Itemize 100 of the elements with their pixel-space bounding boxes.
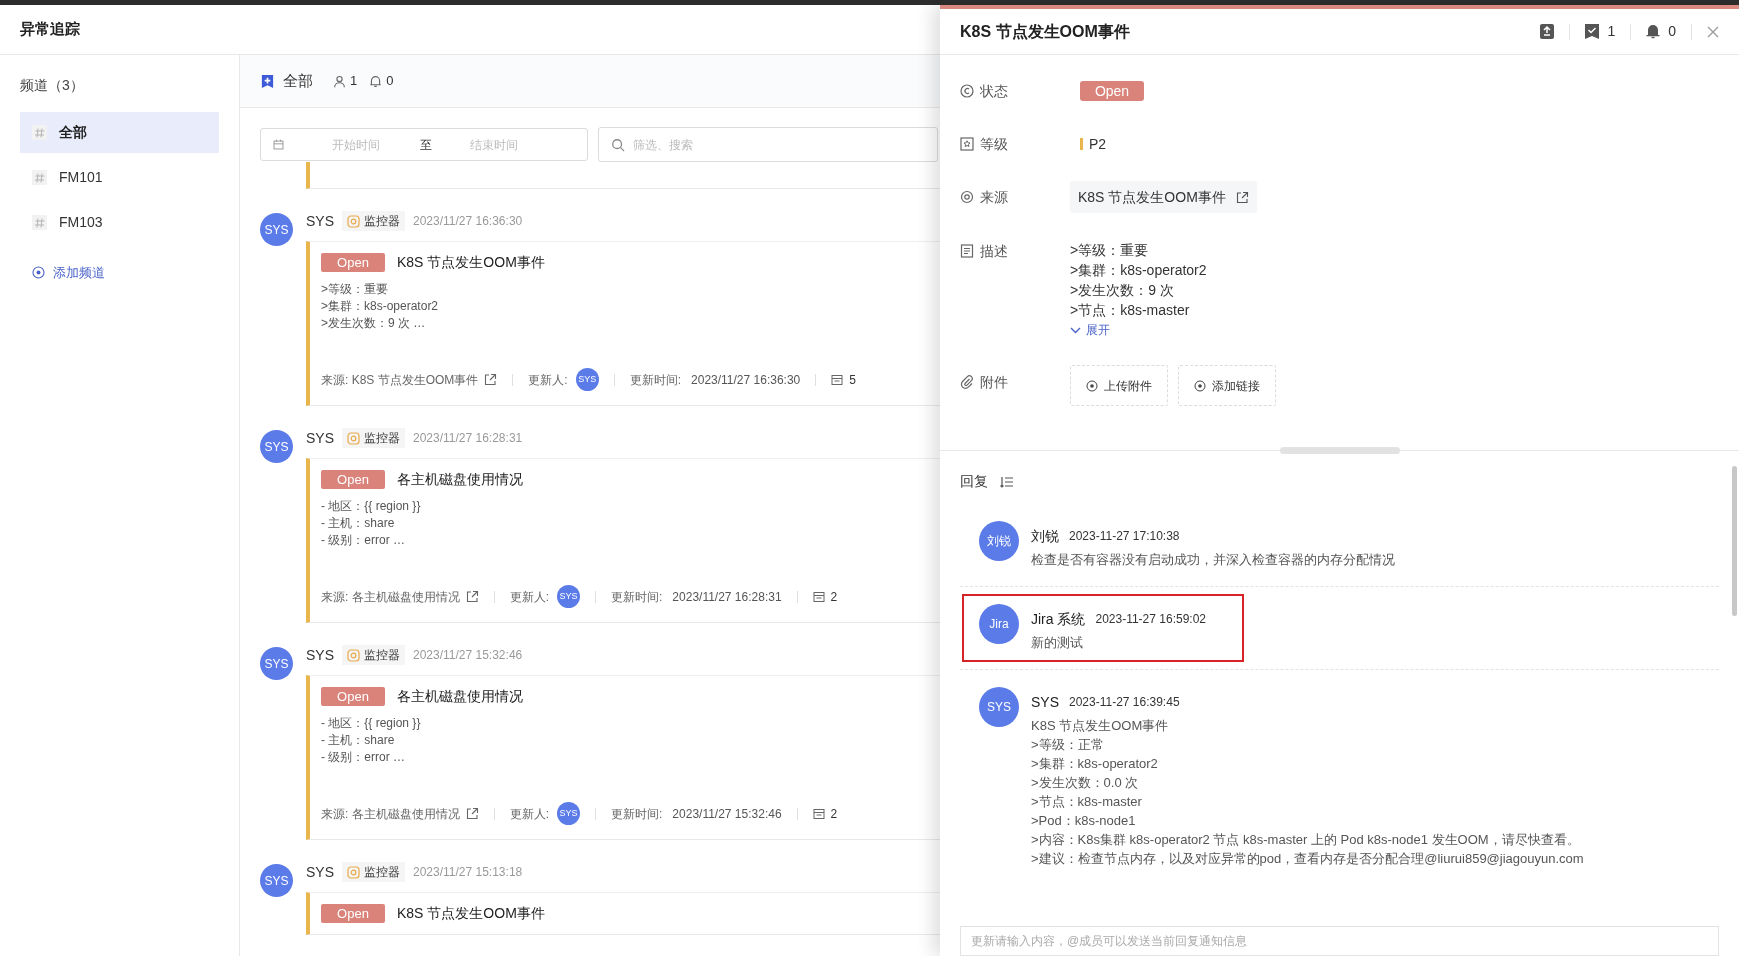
updater-label: 更新人:	[528, 371, 568, 389]
member-count: 1	[350, 72, 358, 91]
monitor-tag: 监控器	[342, 645, 405, 665]
reply-count: 2	[830, 805, 838, 823]
channel-title: 全部	[283, 70, 313, 91]
updated-label: 更新时间:	[611, 805, 663, 823]
external-link-icon	[484, 373, 498, 386]
hash-icon	[32, 215, 47, 230]
source-link[interactable]: K8S 节点发生OOM事件	[1070, 181, 1257, 213]
end-time-placeholder: 结束时间	[470, 136, 518, 154]
source-link[interactable]: 来源: 各主机磁盘使用情况	[321, 804, 479, 823]
source-link[interactable]: 来源: 各主机磁盘使用情况	[321, 587, 479, 606]
status-badge: Open	[321, 687, 385, 706]
channel-item[interactable]: FM103	[20, 202, 219, 243]
channel-item[interactable]: FM101	[20, 157, 219, 198]
priority-value: P2	[1089, 134, 1107, 154]
monitor-icon	[347, 865, 360, 879]
monitor-tag: 监控器	[342, 428, 405, 448]
reply-line: >节点：k8s-master	[1031, 793, 1142, 811]
attachment-button[interactable]: 添加链接	[1178, 365, 1276, 406]
monitor-icon	[347, 431, 360, 445]
target-icon	[960, 190, 974, 204]
author-name: SYS	[306, 211, 334, 231]
person-icon	[333, 74, 346, 88]
replies-heading: 回复	[960, 472, 988, 491]
done-count: 1	[1607, 22, 1616, 41]
avatar: SYS	[575, 368, 599, 391]
search-icon	[611, 137, 625, 152]
reply-time: 2023-11-27 16:59:02	[1095, 611, 1206, 628]
author-name: SYS	[306, 645, 334, 665]
reply-author: SYS	[1031, 692, 1059, 712]
add-circle-icon	[1194, 379, 1206, 392]
reply-line: >内容：K8s集群 k8s-operator2 节点 k8s-master 上的 Pod k8s-node1 发生OOM，请尽快查看。	[1031, 831, 1580, 849]
external-link-icon	[465, 590, 479, 603]
comment-icon	[812, 590, 825, 603]
sort-icon[interactable]	[1000, 475, 1013, 488]
updater-label: 更新人:	[509, 805, 549, 823]
reply-time: 2023-11-27 17:10:38	[1069, 528, 1180, 545]
expand-link[interactable]: 展开	[1070, 320, 1110, 340]
document-icon	[960, 244, 974, 258]
attachment-button[interactable]: 上传附件	[1070, 365, 1168, 406]
post-time: 2023/11/27 16:28:31	[413, 430, 523, 447]
reply-line: >等级：正常	[1031, 736, 1104, 754]
reply-time: 2023-11-27 16:39:45	[1069, 694, 1180, 711]
avatar: 刘锐	[979, 521, 1019, 561]
updated-time: 2023/11/27 16:28:31	[672, 588, 782, 606]
incident-title: 各主机磁盘使用情况	[397, 687, 523, 706]
avatar: SYS	[260, 647, 293, 680]
reply-author: Jira 系统	[1031, 609, 1086, 629]
monitor-icon	[347, 648, 360, 662]
description-line: >集群：k8s-operator2	[1070, 261, 1207, 280]
reply-author: 刘锐	[1031, 526, 1059, 546]
reply-line: 检查是否有容器没有启动成功，并深入检查容器的内存分配情况	[1031, 551, 1395, 569]
author-name: SYS	[306, 428, 334, 448]
updater-label: 更新人:	[509, 588, 549, 606]
subscriber-count: 0	[386, 72, 394, 91]
field-label: 等级	[980, 134, 1008, 154]
range-separator: 至	[420, 136, 432, 154]
description-line: - 地区：{{ region }}	[321, 498, 421, 515]
incident-title: 各主机磁盘使用情况	[397, 470, 523, 489]
reply-line: K8S 节点发生OOM事件	[1031, 717, 1169, 735]
reply-line: 新的测试	[1031, 634, 1083, 652]
sidebar-heading: 频道（3）	[20, 76, 84, 95]
incident-title: K8S 节点发生OOM事件	[397, 253, 545, 272]
export-icon[interactable]	[1540, 24, 1555, 39]
avatar: SYS	[260, 430, 293, 463]
avatar: Jira	[979, 604, 1019, 644]
field-label: 状态	[980, 81, 1008, 101]
channel-icon	[260, 73, 275, 89]
star-box-icon	[960, 137, 974, 151]
chevron-down-icon	[1070, 325, 1081, 335]
add-channel-link[interactable]: 添加频道	[20, 263, 117, 283]
scrollbar[interactable]	[1732, 466, 1737, 616]
status-badge: Open	[321, 253, 385, 272]
hash-icon	[32, 125, 47, 140]
bell-icon	[369, 74, 383, 88]
flag-check-icon[interactable]	[1585, 24, 1600, 39]
monitor-icon	[347, 214, 360, 228]
updated-label: 更新时间:	[611, 588, 663, 606]
reply-line: >集群：k8s-operator2	[1031, 755, 1158, 773]
description-line: >等级：重要	[321, 281, 388, 298]
channel-item[interactable]: 全部	[20, 112, 219, 153]
description-line: - 地区：{{ region }}	[321, 715, 421, 732]
updated-time: 2023/11/27 15:32:46	[672, 805, 782, 823]
paperclip-icon	[960, 375, 974, 389]
bell-icon[interactable]	[1646, 24, 1661, 39]
post-time: 2023/11/27 15:32:46	[413, 647, 523, 664]
description-line: - 主机：share	[321, 732, 395, 749]
close-icon[interactable]	[1707, 25, 1719, 38]
reply-line: >建议：检查节点内存，以及对应异常的pod，查看内存是否分配合理@liurui859@jiagouyun.com	[1031, 850, 1584, 868]
incident-title: K8S 节点发生OOM事件	[397, 904, 545, 923]
date-range-field[interactable]: 开始时间 至 结束时间	[260, 128, 588, 161]
monitor-tag: 监控器	[342, 211, 405, 231]
field-label: 描述	[980, 241, 1008, 261]
description-line: - 级别：error …	[321, 532, 405, 549]
start-time-placeholder: 开始时间	[332, 136, 380, 154]
source-link[interactable]: 来源: K8S 节点发生OOM事件	[321, 370, 498, 389]
updated-time: 2023/11/27 16:36:30	[691, 371, 801, 389]
reply-line: >发生次数：0.0 次	[1031, 774, 1139, 792]
resize-handle[interactable]	[1280, 447, 1400, 454]
